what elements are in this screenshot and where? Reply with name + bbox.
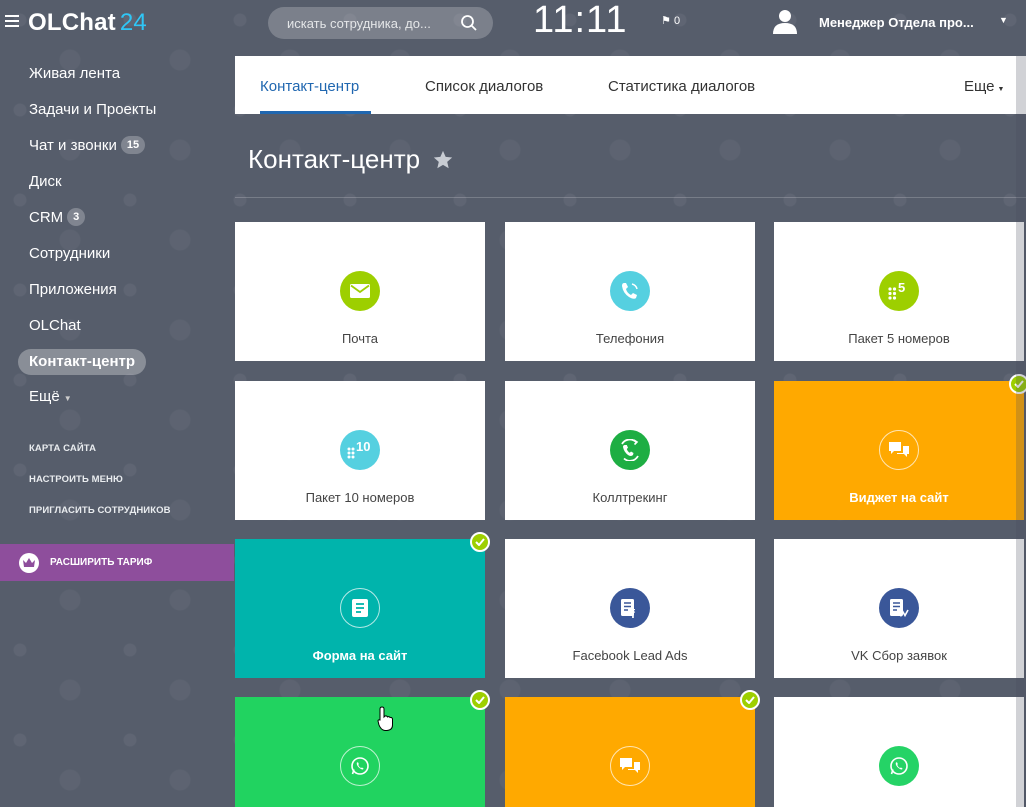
chevron-down-icon: ▼	[63, 394, 72, 403]
tile-label: Facebook Lead Ads	[572, 648, 688, 663]
vk-form-icon	[879, 588, 919, 628]
logo[interactable]: OLChat 24	[28, 9, 147, 37]
tile-calltracking[interactable]: Коллтрекинг	[505, 381, 755, 520]
sidebar-item-applications[interactable]: Приложения	[18, 277, 128, 303]
star-icon[interactable]	[432, 149, 454, 171]
dialpad-10-icon: 10	[340, 430, 380, 470]
phone-icon	[610, 271, 650, 311]
sidebar-item-label: Контакт-центр	[29, 353, 136, 370]
logo-name: OLChat	[28, 9, 116, 36]
sidebar-item-contact-center[interactable]: Контакт-центр	[18, 349, 147, 375]
sidebar-item-more[interactable]: Ещё ▼	[18, 384, 83, 410]
checkmark-icon	[470, 532, 490, 552]
tile-label: Почта	[341, 331, 379, 346]
sidebar-item-label: CRM	[29, 209, 64, 226]
tile-package-5[interactable]: 5 Пакет 5 номеров	[774, 222, 1024, 361]
sidebar-item-label: Диск	[29, 173, 62, 190]
tab-more-label: Еще	[964, 78, 995, 95]
whatsapp-icon	[340, 746, 380, 786]
svg-text:5: 5	[898, 280, 905, 295]
tab-dialog-statistics[interactable]: Статистика диалогов	[608, 78, 755, 95]
tile-label: Пакет 10 номеров	[305, 490, 415, 505]
sidebar-item-disk[interactable]: Диск	[18, 169, 73, 195]
invite-employees-link[interactable]: ПРИГЛАСИТЬ СОТРУДНИКОВ	[29, 505, 171, 516]
svg-text:10: 10	[356, 439, 370, 454]
svg-text:f: f	[631, 607, 636, 619]
tab-more[interactable]: Еще ▼	[964, 78, 1004, 95]
tab-dialog-list[interactable]: Список диалогов	[425, 78, 543, 95]
active-tab-indicator	[260, 111, 371, 114]
checkmark-icon	[740, 690, 760, 710]
scrollbar[interactable]	[1016, 56, 1026, 807]
menu-burger-icon[interactable]	[5, 15, 19, 30]
form-icon	[340, 588, 380, 628]
top-bar: OLChat24 11:11 ⚑ 0 Менеджер Отдела про..…	[0, 0, 1026, 46]
chevron-down-icon[interactable]: ▼	[999, 15, 1008, 25]
chat-icon	[879, 430, 919, 470]
tile-whatsapp-connected[interactable]	[235, 690, 490, 807]
user-avatar-icon[interactable]	[772, 8, 798, 34]
tile-label: Телефония	[595, 331, 665, 346]
tile-whatsapp[interactable]	[774, 697, 1024, 807]
sidebar-item-employees[interactable]: Сотрудники	[18, 241, 121, 267]
tile-label: Форма на сайт	[312, 648, 408, 663]
sidebar-item-label: OLChat	[29, 317, 81, 334]
counter-badge: 15	[120, 136, 146, 155]
tile-label: Пакет 5 номеров	[848, 331, 950, 346]
sidebar-item-crm[interactable]: CRM 3	[18, 205, 96, 231]
tab-contact-center[interactable]: Контакт-центр	[260, 78, 359, 95]
tile-facebook-lead-ads[interactable]: f Facebook Lead Ads	[505, 539, 755, 678]
tile-label: Виджет на сайт	[849, 490, 949, 505]
tile-label: VK Сбор заявок	[851, 648, 947, 663]
clock[interactable]: 11:11	[533, 0, 627, 42]
sidebar-item-label: Приложения	[29, 281, 117, 298]
search-icon[interactable]	[460, 14, 478, 32]
sidebar-item-label: Задачи и Проекты	[29, 101, 157, 118]
sidebar-item-label: Ещё	[29, 388, 60, 405]
logo-number: 24	[119, 9, 147, 36]
sidebar-item-label: Чат и звонки	[29, 137, 117, 154]
whatsapp-icon	[879, 746, 919, 786]
tile-telephony[interactable]: Телефония	[505, 222, 755, 361]
crown-icon	[19, 552, 39, 573]
title-divider	[235, 197, 1026, 198]
tabs-bar: Контакт-центр Список диалогов Статистика…	[235, 56, 1026, 114]
hand-cursor-icon	[377, 706, 393, 731]
counter-badge: 3	[67, 208, 86, 227]
sitemap-link[interactable]: КАРТА САЙТА	[29, 443, 96, 454]
chevron-down-icon: ▼	[997, 86, 1005, 93]
sidebar-item-olchat[interactable]: OLChat	[18, 313, 92, 339]
upgrade-plan-label: РАСШИРИТЬ ТАРИФ	[50, 557, 153, 568]
tile-label: Коллтрекинг	[592, 490, 668, 505]
tile-vk-lead-forms[interactable]: VK Сбор заявок	[774, 539, 1024, 678]
tile-mail[interactable]: Почта	[235, 222, 485, 361]
checkmark-icon	[470, 690, 490, 710]
facebook-form-icon: f	[610, 588, 650, 628]
flag-icon: ⚑	[661, 15, 671, 27]
mail-icon	[340, 271, 380, 311]
sidebar-item-live-feed[interactable]: Живая лента	[18, 61, 131, 87]
tile-site-form[interactable]: Форма на сайт	[235, 532, 490, 678]
sidebar-item-label: Живая лента	[29, 65, 121, 82]
notifications[interactable]: ⚑ 0	[661, 14, 680, 27]
tile-package-10[interactable]: 10 Пакет 10 номеров	[235, 381, 485, 520]
upgrade-plan-button[interactable]: РАСШИРИТЬ ТАРИФ	[0, 544, 234, 581]
configure-menu-link[interactable]: НАСТРОИТЬ МЕНЮ	[29, 474, 123, 485]
sidebar-item-label: Сотрудники	[29, 245, 111, 262]
sidebar-item-tasks[interactable]: Задачи и Проекты	[18, 97, 167, 123]
tile-site-widget[interactable]: Виджет на сайт	[774, 374, 1026, 520]
dialpad-5-icon: 5	[879, 271, 919, 311]
calltracking-icon	[610, 430, 650, 470]
page-title: Контакт-центр	[248, 144, 421, 174]
tile-chat-connected[interactable]	[505, 690, 760, 807]
chat-icon	[610, 746, 650, 786]
sidebar-item-chat[interactable]: Чат и звонки 15	[18, 133, 156, 159]
user-name[interactable]: Менеджер Отдела про...	[819, 15, 974, 30]
notification-count: 0	[673, 15, 681, 27]
